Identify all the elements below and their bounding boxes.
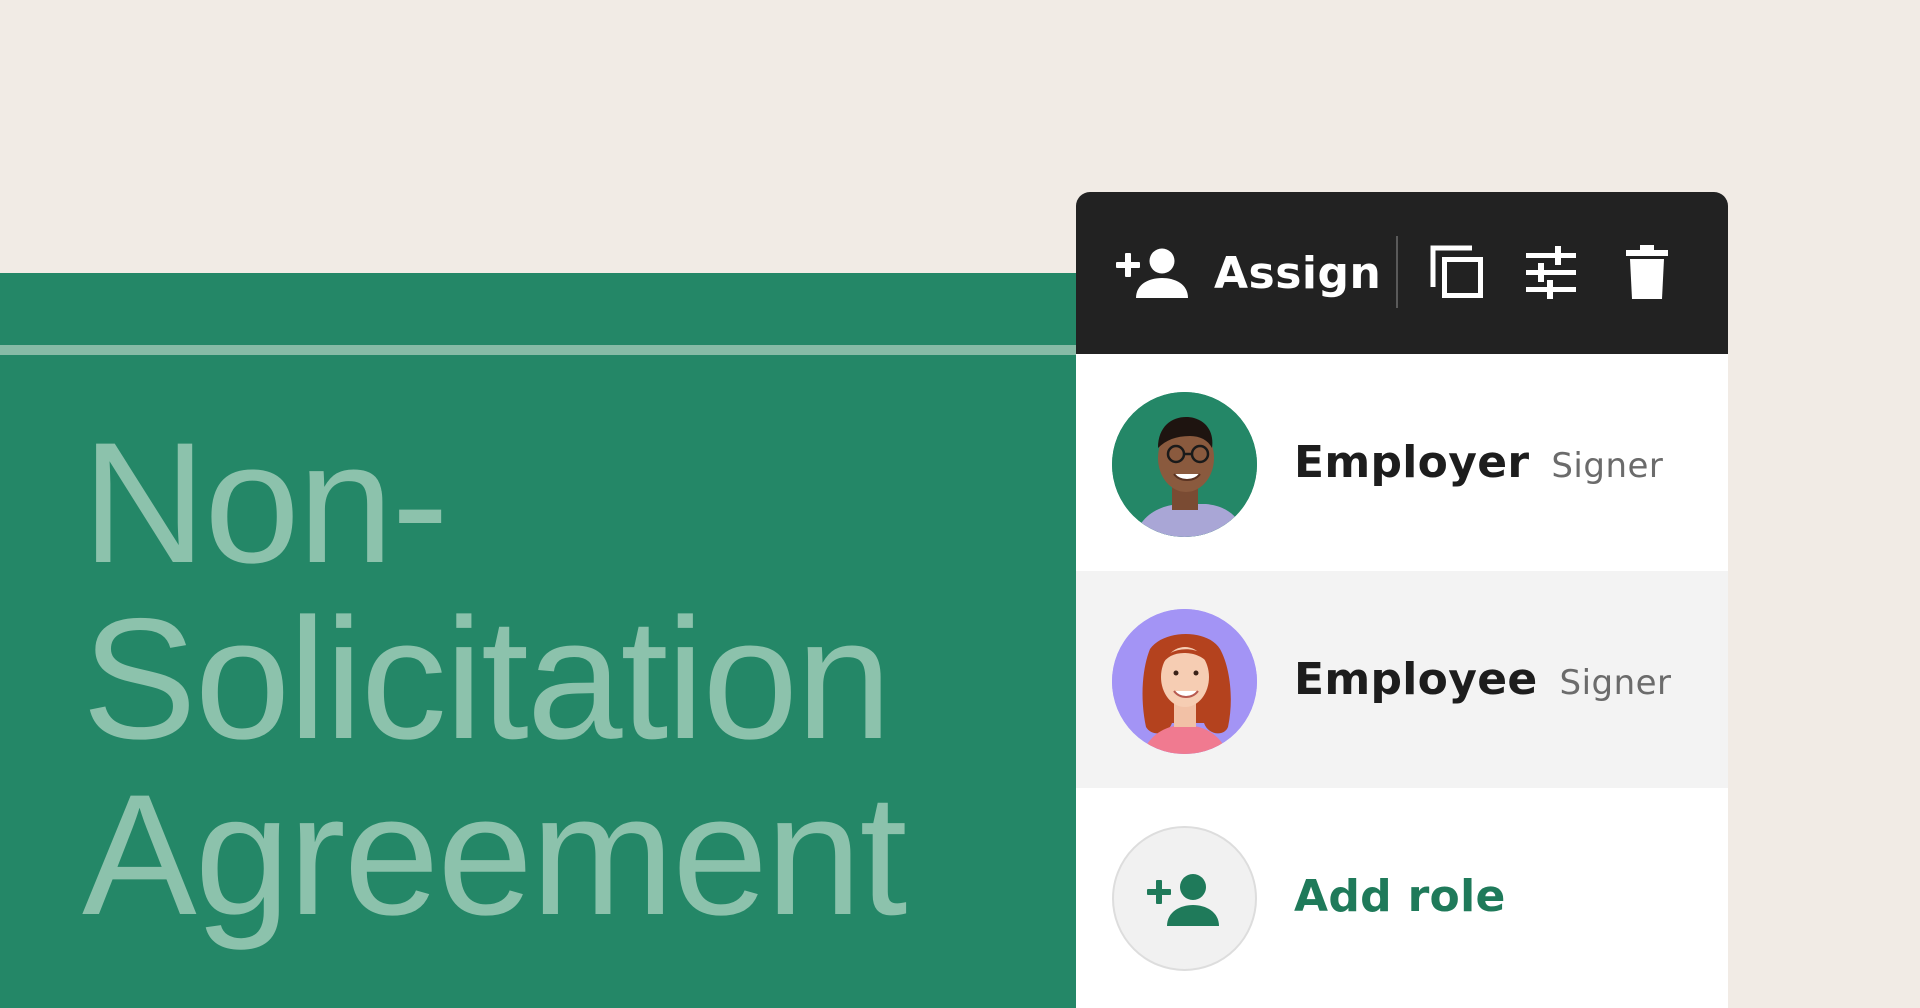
add-role-avatar [1112, 826, 1257, 971]
adjust-settings-button[interactable] [1516, 240, 1586, 308]
role-name: Employee [1294, 654, 1538, 705]
avatar [1112, 609, 1257, 754]
role-info: Employer Signer [1294, 354, 1663, 571]
copy-button[interactable] [1422, 240, 1492, 308]
role-row-employee[interactable]: Employee Signer [1076, 571, 1728, 788]
copy-icon [1428, 243, 1486, 306]
adjust-icon [1524, 244, 1578, 305]
document-title: Non- Solicitation Agreement [82, 407, 907, 951]
add-role-button[interactable]: Add role [1076, 788, 1728, 1005]
avatar [1112, 392, 1257, 537]
role-info: Employee Signer [1294, 571, 1672, 788]
role-type: Signer [1559, 662, 1672, 703]
assign-button[interactable]: Assign [1116, 240, 1381, 308]
add-role-label: Add role [1294, 871, 1506, 922]
role-type: Signer [1551, 445, 1664, 486]
assign-role-popover: Assign Employer Signer Employee Signer A… [1076, 192, 1728, 1008]
delete-button[interactable] [1612, 240, 1682, 308]
document-title-line-3: Agreement [82, 759, 907, 951]
document-panel: Non- Solicitation Agreement [0, 273, 1076, 1008]
role-name: Employer [1294, 437, 1530, 488]
document-rule-line [0, 345, 1076, 355]
field-toolbar: Assign [1076, 192, 1728, 354]
add-role-text: Add role [1294, 788, 1506, 1005]
delete-icon [1625, 244, 1669, 304]
assign-label: Assign [1214, 248, 1382, 299]
toolbar-divider [1396, 236, 1398, 308]
document-title-line-1: Non- [82, 407, 449, 599]
role-row-employer[interactable]: Employer Signer [1076, 354, 1728, 571]
document-title-line-2: Solicitation [82, 583, 892, 775]
add-person-icon [1146, 872, 1223, 926]
add-person-icon [1116, 246, 1192, 303]
